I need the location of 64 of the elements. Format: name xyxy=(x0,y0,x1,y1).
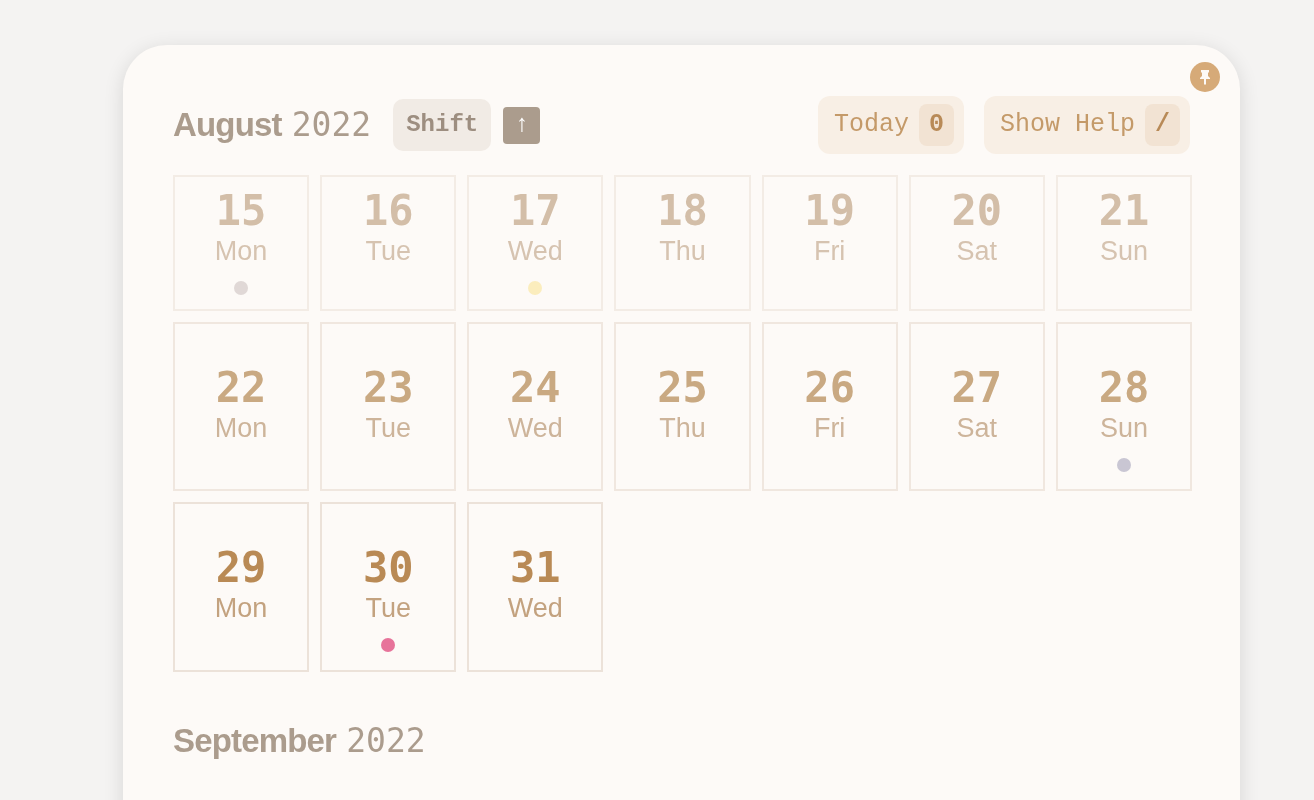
day-cell[interactable]: 20 Sat xyxy=(908,175,1045,311)
day-cell[interactable]: 25 Thu xyxy=(614,322,751,491)
shift-key: Shift xyxy=(393,99,492,151)
day-number: 25 xyxy=(657,364,708,412)
weekday-label: Sat xyxy=(956,235,998,267)
weekday-label: Mon xyxy=(214,412,268,444)
shortcut-key: / xyxy=(1145,104,1180,146)
day-cell[interactable]: 23 Tue xyxy=(320,322,457,491)
year-title: 2022 xyxy=(346,720,426,762)
day-number: 30 xyxy=(362,544,414,592)
day-number: 16 xyxy=(362,187,414,235)
day-cell[interactable]: 28 Sun xyxy=(1055,322,1192,491)
day-cell[interactable]: 27 Sat xyxy=(908,322,1045,491)
weekday-label: Mon xyxy=(214,235,268,267)
toolbar-button[interactable]: Today 0 xyxy=(817,96,964,154)
weekday-label: Sun xyxy=(1099,412,1148,444)
pin-icon[interactable] xyxy=(1190,62,1220,92)
weekday-label: Mon xyxy=(214,592,268,624)
weekday-label: Sat xyxy=(956,412,998,444)
day-number: 19 xyxy=(804,187,855,235)
day-number: 22 xyxy=(215,364,267,412)
day-number: 23 xyxy=(362,364,414,412)
day-number: 20 xyxy=(951,187,1003,235)
weekday-label: Thu xyxy=(659,412,706,444)
day-cell[interactable]: 22 Mon xyxy=(173,322,310,491)
day-number: 18 xyxy=(657,187,708,235)
month-title: August xyxy=(173,105,282,146)
toolbar-button[interactable]: Show Help / xyxy=(983,96,1190,154)
day-cell[interactable]: 16 Tue xyxy=(320,175,457,311)
day-cell[interactable]: 17 Wed xyxy=(467,175,604,311)
weekday-label: Tue xyxy=(365,235,411,267)
button-label: Show Help xyxy=(999,109,1135,142)
weekday-label: Wed xyxy=(507,592,563,624)
weekday-label: Tue xyxy=(365,592,411,624)
day-cell[interactable]: 21 Sun xyxy=(1055,175,1192,311)
day-cell[interactable]: 19 Fri xyxy=(761,175,898,311)
weekday-label: Tue xyxy=(365,412,411,444)
button-label: Today xyxy=(833,109,909,142)
month-title: September xyxy=(173,721,337,761)
weekday-label: Thu xyxy=(659,235,706,267)
day-number: 21 xyxy=(1098,187,1150,235)
day-cell[interactable]: 18 Thu xyxy=(614,175,751,311)
weekday-label: Wed xyxy=(507,235,563,267)
day-number: 15 xyxy=(215,187,267,235)
day-number: 28 xyxy=(1098,364,1150,412)
day-number: 17 xyxy=(510,187,561,235)
day-cell[interactable]: 30 Tue xyxy=(320,502,457,672)
weekday-label: Wed xyxy=(507,412,563,444)
year-title: 2022 xyxy=(291,104,372,147)
arrow-up-key: ↑ xyxy=(503,106,541,144)
day-cell[interactable]: 29 Mon xyxy=(173,502,310,672)
day-cell[interactable]: 24 Wed xyxy=(467,322,604,491)
day-cell[interactable]: 31 Wed xyxy=(467,502,604,672)
weekday-label: Sun xyxy=(1099,235,1148,267)
day-cell[interactable]: 15 Mon xyxy=(173,175,310,311)
day-cell[interactable]: 26 Fri xyxy=(761,322,898,491)
day-number: 29 xyxy=(215,544,267,592)
weekday-label: Fri xyxy=(813,235,846,267)
day-number: 24 xyxy=(510,364,561,412)
day-number: 27 xyxy=(951,364,1003,412)
day-number: 26 xyxy=(804,364,855,412)
day-number: 31 xyxy=(510,544,561,592)
weekday-label: Fri xyxy=(813,412,846,444)
shortcut-key: 0 xyxy=(918,104,954,146)
